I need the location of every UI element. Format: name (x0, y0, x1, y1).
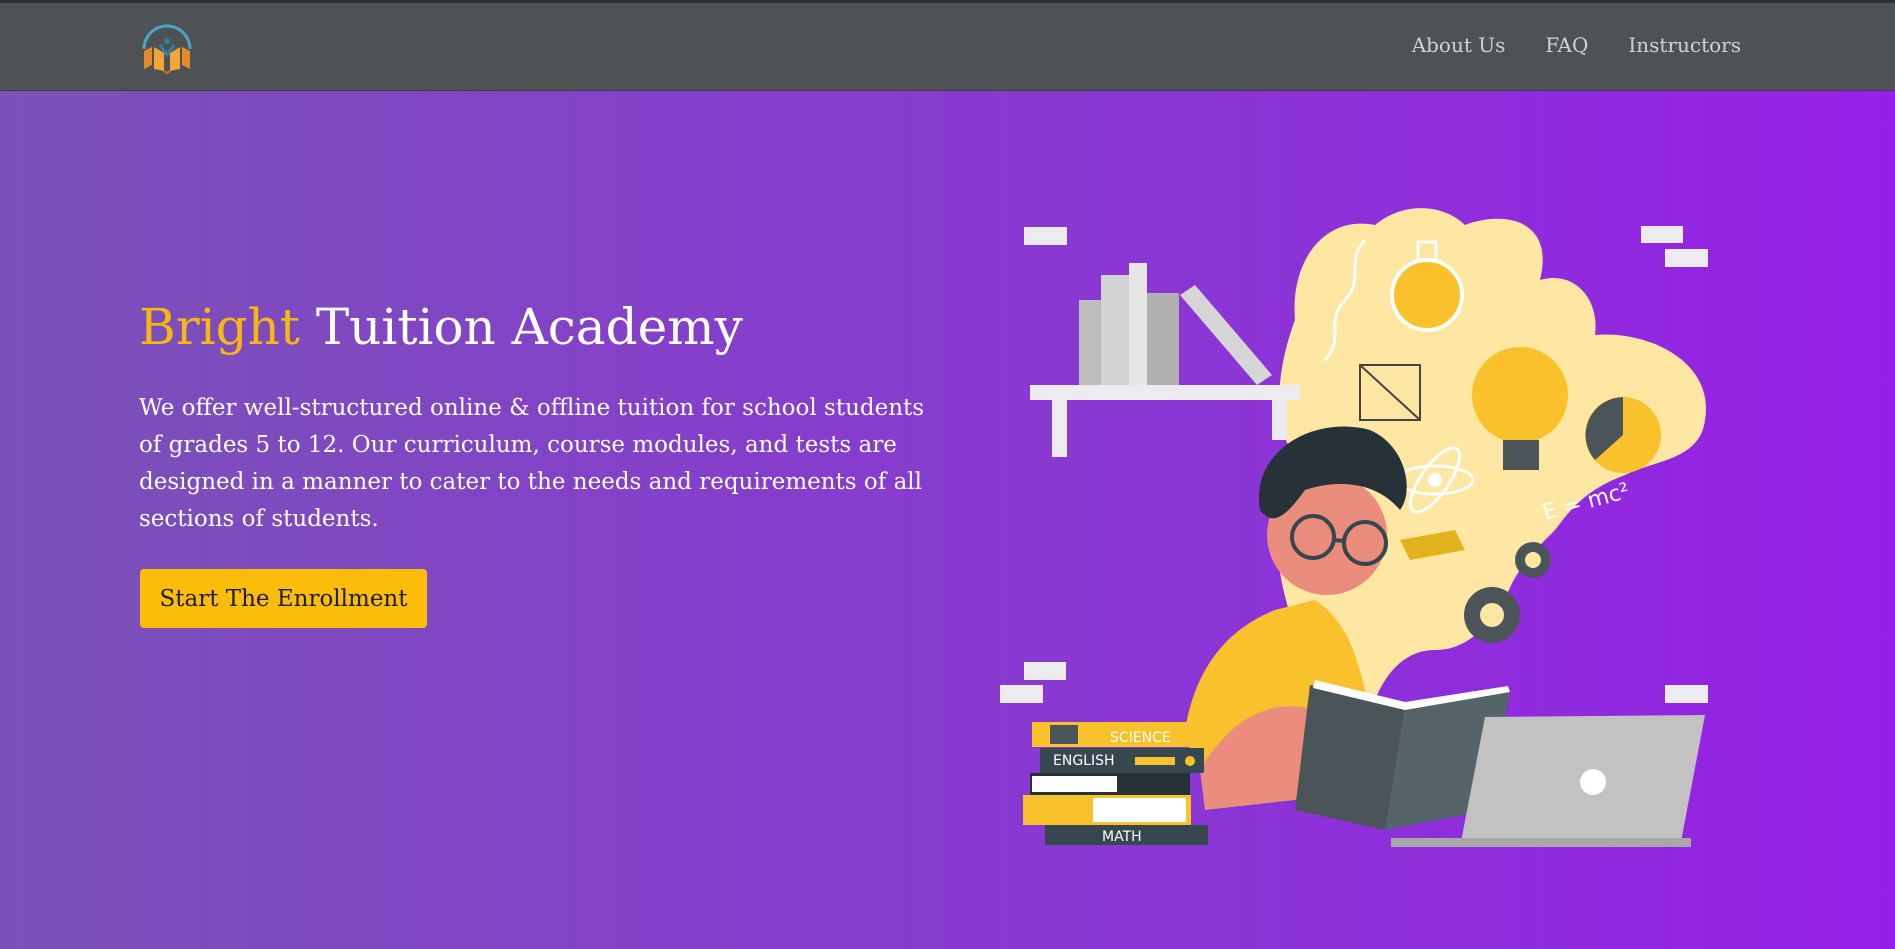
start-enrollment-button[interactable]: Start The Enrollment (140, 569, 427, 628)
book-math-label: MATH (1102, 829, 1142, 845)
nav-instructors-link[interactable]: Instructors (1628, 33, 1741, 57)
nav-faq-link[interactable]: FAQ (1545, 33, 1588, 57)
hero-title-accent: Bright (139, 298, 300, 356)
student-studying-illustration: E = mc² SCIENCE ENGLISH MATH (1000, 208, 1708, 847)
hero-title-rest: Tuition Academy (299, 298, 743, 356)
hero-title: Bright Tuition Academy (139, 298, 743, 356)
nav-about-us-link[interactable]: About Us (1412, 33, 1506, 57)
academy-logo-icon[interactable] (138, 23, 196, 75)
book-english-label: ENGLISH (1053, 753, 1115, 769)
hero-description: We offer well-structured online & offlin… (139, 395, 925, 532)
top-navbar: About Us FAQ Instructors (0, 0, 1895, 91)
main-nav: About Us FAQ Instructors (1412, 33, 1741, 57)
book-science-label: SCIENCE (1110, 730, 1171, 746)
